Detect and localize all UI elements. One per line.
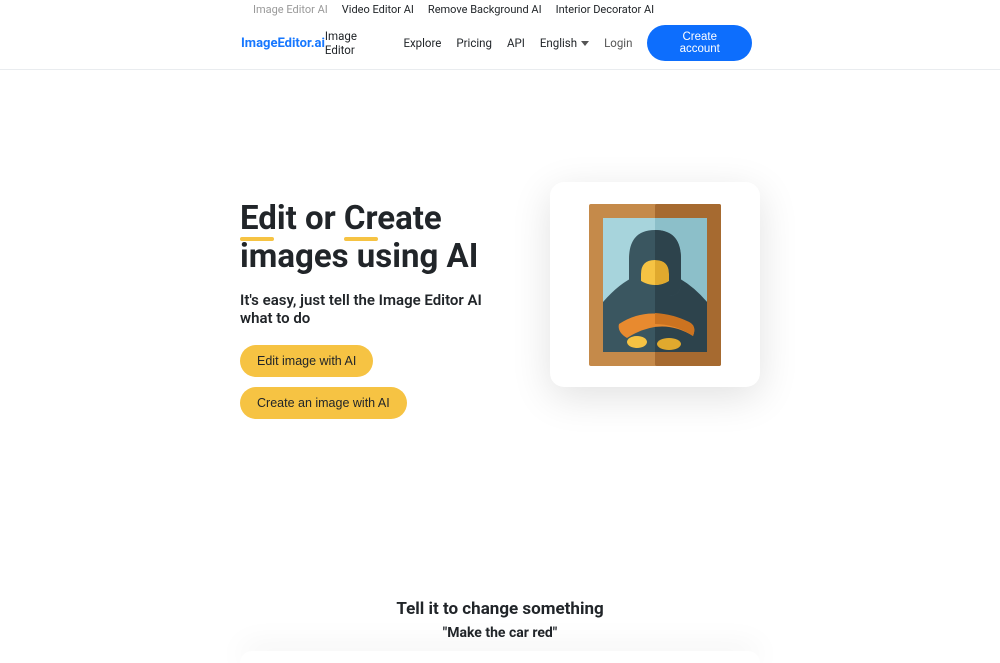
hero-title-mid: or — [297, 199, 344, 238]
nav-explore[interactable]: Explore — [403, 36, 441, 50]
logo[interactable]: ImageEditor.ai — [241, 36, 325, 51]
example-card — [240, 651, 760, 663]
section2-heading: Tell it to change something — [0, 599, 1000, 619]
hero-section: Edit or Create images using AI It's easy… — [0, 70, 1000, 419]
painting-icon — [589, 204, 721, 366]
language-label: English — [540, 36, 577, 50]
hero-subtitle: It's easy, just tell the Image Editor AI… — [240, 291, 490, 327]
underline-accent-icon — [240, 237, 274, 241]
language-dropdown[interactable]: English — [540, 36, 589, 50]
nav-right: Image Editor Explore Pricing API English… — [325, 25, 752, 61]
top-nav-image-editor-ai[interactable]: Image Editor AI — [253, 3, 328, 16]
nav-pricing[interactable]: Pricing — [456, 36, 492, 50]
section2-quote: "Make the car red" — [0, 625, 1000, 641]
top-nav-remove-background-ai[interactable]: Remove Background AI — [428, 3, 542, 16]
top-nav-interior-decorator-ai[interactable]: Interior Decorator AI — [556, 3, 655, 16]
top-nav: Image Editor AI Video Editor AI Remove B… — [0, 0, 1000, 19]
create-image-button[interactable]: Create an image with AI — [240, 387, 407, 419]
hero-card — [550, 182, 760, 387]
hero-title-word-edit: Edit — [240, 200, 297, 238]
hero-title-line2: images using AI — [240, 237, 478, 276]
section-tell-it: Tell it to change something "Make the ca… — [0, 599, 1000, 663]
cta-buttons: Edit image with AI Create an image with … — [240, 345, 490, 419]
chevron-down-icon — [581, 41, 589, 46]
nav-image-editor[interactable]: Image Editor — [325, 29, 389, 57]
create-account-button[interactable]: Create account — [647, 25, 752, 61]
hero-title: Edit or Create images using AI — [240, 200, 490, 276]
nav-api[interactable]: API — [507, 36, 525, 50]
main-header: ImageEditor.ai Image Editor Explore Pric… — [0, 19, 1000, 70]
login-link[interactable]: Login — [604, 36, 632, 50]
hero-left: Edit or Create images using AI It's easy… — [240, 192, 490, 419]
edit-image-button[interactable]: Edit image with AI — [240, 345, 373, 377]
hero-title-word-create: Create — [344, 200, 442, 238]
hero-title-edit-text: Edit — [240, 199, 297, 238]
underline-accent-icon — [344, 237, 378, 241]
top-nav-video-editor-ai[interactable]: Video Editor AI — [342, 3, 414, 16]
hero-title-create-text: Create — [344, 199, 442, 238]
